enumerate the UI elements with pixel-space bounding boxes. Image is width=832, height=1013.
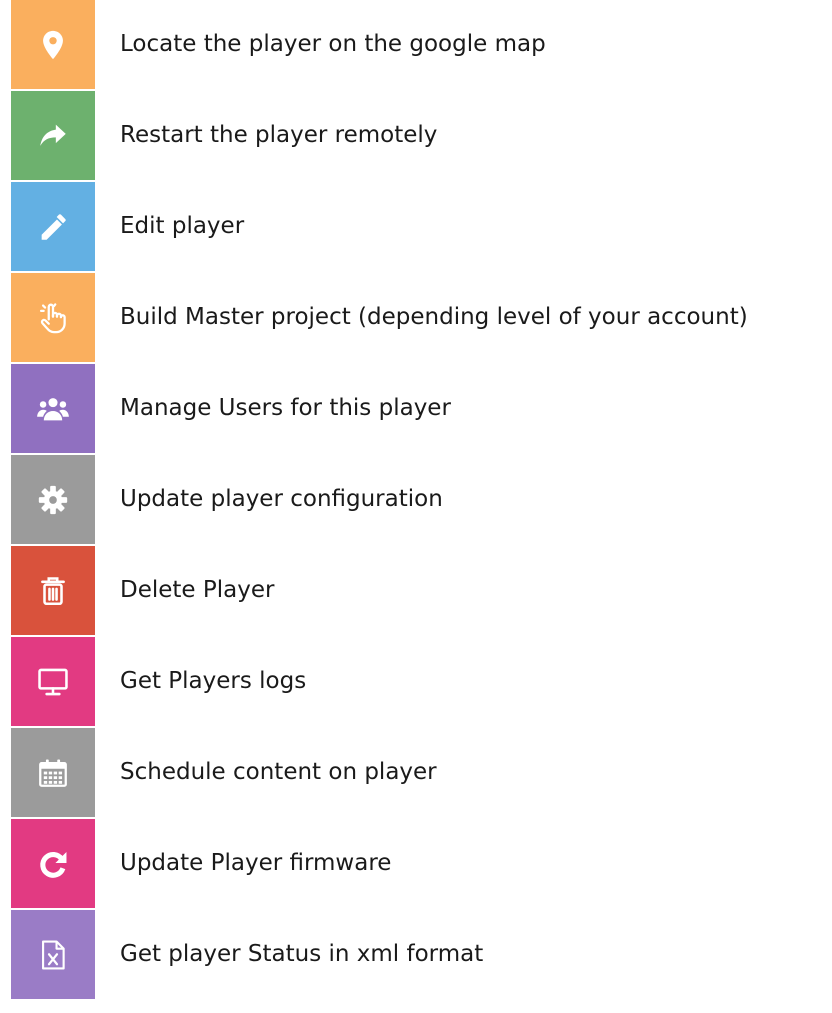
legend-label: Get Players logs	[120, 668, 307, 694]
restart-tile	[11, 91, 95, 180]
legend-row-build-master: Build Master project (depending level of…	[0, 273, 832, 364]
xml-file-icon	[42, 939, 65, 970]
legend-label: Build Master project (depending level of…	[120, 304, 748, 330]
legend-label: Update player configuration	[120, 486, 443, 512]
legend-row-xml-status: Get player Status in xml format	[0, 910, 832, 1001]
monitor-icon	[38, 668, 68, 695]
pencil-icon	[41, 213, 66, 240]
users-group-icon	[37, 397, 69, 420]
share-arrow-icon	[40, 124, 66, 146]
legend-row-firmware: Update Player firmware	[0, 819, 832, 910]
trash-icon	[41, 576, 65, 605]
edit-tile	[11, 182, 95, 271]
delete-tile	[11, 546, 95, 635]
legend-row-schedule: Schedule content on player	[0, 728, 832, 819]
manage-users-tile	[11, 364, 95, 453]
legend-label: Edit player	[120, 213, 245, 239]
logs-tile	[11, 637, 95, 726]
pointing-hand-icon	[39, 302, 66, 333]
legend-row-restart: Restart the player remotely	[0, 91, 832, 182]
xml-status-tile	[11, 910, 95, 999]
legend-row-locate: Locate the player on the google map	[0, 0, 832, 91]
firmware-tile	[11, 819, 95, 908]
refresh-icon	[40, 851, 67, 878]
legend-row-manage-users: Manage Users for this player	[0, 364, 832, 455]
legend-label: Restart the player remotely	[120, 122, 438, 148]
gear-icon	[38, 485, 68, 514]
legend-label: Manage Users for this player	[120, 395, 451, 421]
legend-label: Locate the player on the google map	[120, 31, 546, 57]
legend-row-update-config: Update player configuration	[0, 455, 832, 546]
legend-label: Get player Status in xml format	[120, 941, 484, 967]
schedule-tile	[11, 728, 95, 817]
legend-label: Schedule content on player	[120, 759, 437, 785]
legend-label: Delete Player	[120, 577, 275, 603]
legend-row-delete: Delete Player	[0, 546, 832, 637]
map-marker-icon	[43, 30, 63, 59]
calendar-icon	[39, 759, 67, 787]
legend-row-logs: Get Players logs	[0, 637, 832, 728]
build-master-tile	[11, 273, 95, 362]
update-config-tile	[11, 455, 95, 544]
legend-label: Update Player firmware	[120, 850, 392, 876]
legend-row-edit: Edit player	[0, 182, 832, 273]
locate-tile	[11, 0, 95, 89]
